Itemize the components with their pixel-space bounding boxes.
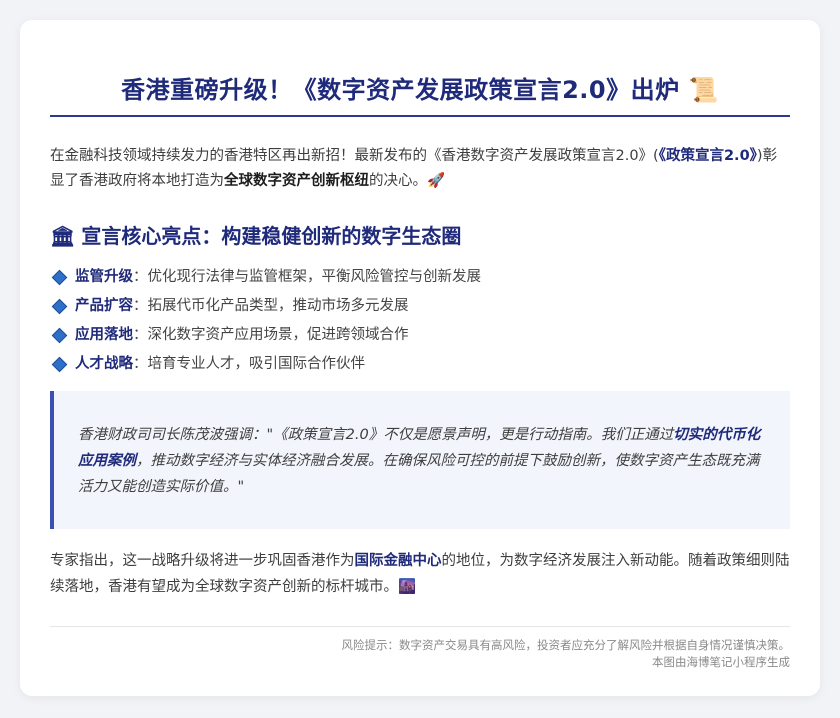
intro-highlight-hub: 全球数字资产创新枢纽	[224, 173, 369, 189]
highlight-label: 监管升级	[75, 269, 133, 285]
list-item: 人才战略 ：培育专业人才，吸引国际合作伙伴	[50, 350, 790, 379]
quote-text-3: ，推动数字经济与实体经济融合发展。在确保风险可控的前提下鼓励创新，使数字资产生态…	[78, 453, 760, 495]
highlight-text: ：深化数字资产应用场景，促进跨领域合作	[133, 327, 409, 343]
quote-text-1: 香港财政司司长陈茂波强调："《政策宣言2.0》不仅是愿景声明，更是行动指南。我们…	[78, 427, 674, 443]
diamond-bullet-icon	[51, 327, 68, 344]
article-card: 香港重磅升级！《数字资产发展政策宣言2.0》出炉 📜 在金融科技领域持续发力的香…	[20, 20, 820, 696]
highlight-label: 产品扩容	[75, 298, 133, 314]
outro-text-1: 专家指出，这一战略升级将进一步巩固香港作为	[50, 553, 355, 569]
section-heading: 🏛 宣言核心亮点：构建稳健创新的数字生态圈	[50, 220, 790, 249]
outro-highlight-center: 国际金融中心	[354, 553, 442, 569]
intro-policy-short-name: 《政策宣言2.0》	[658, 148, 757, 164]
intro-text-5: 的决心。🚀	[369, 173, 446, 189]
section-heading-text: 宣言核心亮点：构建稳健创新的数字生态圈	[81, 224, 462, 248]
highlight-label: 人才战略	[75, 356, 133, 372]
intro-text-1: 在金融科技领域持续发力的香港特区再出新招！最新发布的《香港数字资产发展政策宣言2…	[50, 148, 659, 164]
diamond-bullet-icon	[51, 269, 68, 286]
footer: 风险提示：数字资产交易具有高风险，投资者应充分了解风险并根据自身情况谨慎决策。 …	[50, 637, 791, 671]
highlight-text: ：培育专业人才，吸引国际合作伙伴	[133, 356, 365, 372]
list-item: 应用落地 ：深化数字资产应用场景，促进跨领域合作	[50, 321, 790, 350]
diamond-bullet-icon	[51, 298, 68, 315]
title-divider	[50, 115, 790, 117]
highlight-text: ：优化现行法律与监管框架，平衡风险管控与创新发展	[133, 269, 481, 285]
outro-paragraph: 专家指出，这一战略升级将进一步巩固香港作为国际金融中心的地位，为数字经济发展注入…	[50, 548, 790, 600]
quote-block: 香港财政司司长陈茂波强调："《政策宣言2.0》不仅是愿景声明，更是行动指南。我们…	[50, 391, 790, 529]
diamond-bullet-icon	[51, 356, 68, 373]
highlight-text: ：拓展代币化产品类型，推动市场多元发展	[133, 298, 409, 314]
footer-divider	[50, 626, 790, 627]
list-item: 产品扩容 ：拓展代币化产品类型，推动市场多元发展	[50, 292, 790, 321]
list-item: 监管升级 ：优化现行法律与监管框架，平衡风险管控与创新发展	[50, 263, 790, 292]
page-title: 香港重磅升级！《数字资产发展政策宣言2.0》出炉 📜	[121, 76, 719, 104]
risk-disclaimer: 风险提示：数字资产交易具有高风险，投资者应充分了解风险并根据自身情况谨慎决策。	[341, 638, 791, 652]
building-icon: 🏛	[50, 224, 76, 248]
highlight-label: 应用落地	[75, 327, 133, 343]
generated-by-note: 本图由海博笔记小程序生成	[652, 655, 790, 669]
intro-paragraph: 在金融科技领域持续发力的香港特区再出新招！最新发布的《香港数字资产发展政策宣言2…	[50, 144, 790, 194]
highlights-list: 监管升级 ：优化现行法律与监管框架，平衡风险管控与创新发展 产品扩容 ：拓展代币…	[50, 263, 790, 379]
